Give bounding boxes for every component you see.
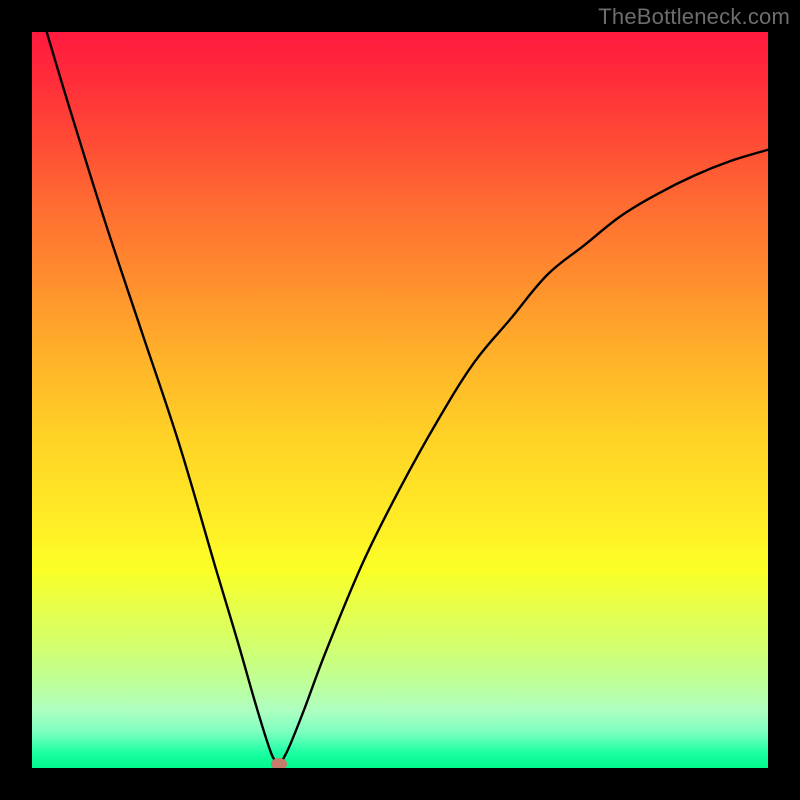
curve-left-branch [47, 32, 279, 768]
plot-area [32, 32, 768, 768]
chart-frame: TheBottleneck.com [0, 0, 800, 800]
optimal-point-marker [271, 758, 287, 768]
watermark-text: TheBottleneck.com [598, 4, 790, 30]
curve-right-branch [279, 150, 768, 768]
bottleneck-curve [32, 32, 768, 768]
